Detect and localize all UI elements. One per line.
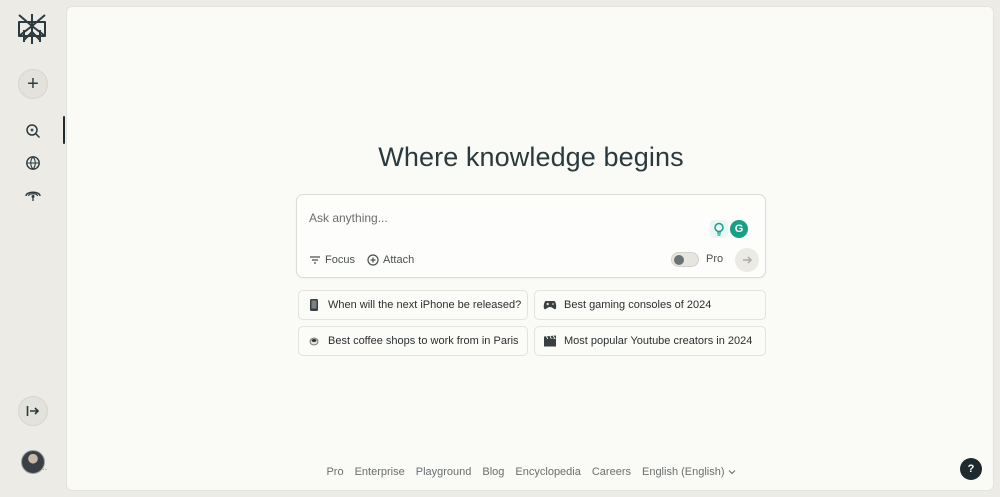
clapperboard-icon (543, 334, 557, 348)
lightbulb-icon[interactable] (710, 220, 728, 238)
footer-link-enterprise[interactable]: Enterprise (355, 466, 405, 478)
perplexity-logo-icon[interactable] (16, 12, 48, 46)
pro-label: Pro (706, 253, 724, 265)
arrow-right-icon (743, 256, 753, 264)
footer-link-careers[interactable]: Careers (592, 466, 631, 478)
suggestion-label: Best gaming consoles of 2024 (564, 299, 712, 311)
plus-icon: + (27, 73, 39, 95)
coffee-icon (307, 334, 321, 348)
language-selector[interactable]: English (English) (642, 466, 736, 478)
attach-button[interactable]: Attach (367, 252, 414, 268)
suggestion-item[interactable]: Most popular Youtube creators in 2024 (534, 326, 766, 356)
chevron-down-icon (728, 470, 735, 475)
main-panel: Where knowledge begins G Focus (66, 6, 994, 491)
suggestion-item[interactable]: Best coffee shops to work from in Paris (298, 326, 528, 356)
suggestion-label: Most popular Youtube creators in 2024 (564, 335, 753, 347)
new-thread-button[interactable]: + (18, 69, 48, 99)
nav-discover-search-icon[interactable] (21, 119, 45, 143)
suggestion-item[interactable]: Best gaming consoles of 2024 (534, 290, 766, 320)
nav-library-icon[interactable] (21, 183, 45, 207)
footer-link-blog[interactable]: Blog (482, 466, 504, 478)
page-title: Where knowledge begins (378, 142, 684, 172)
search-input[interactable] (309, 209, 689, 227)
submit-button[interactable] (735, 248, 759, 272)
suggestion-label: When will the next iPhone be released? (328, 299, 522, 311)
extension-icons: G (710, 220, 750, 240)
footer-links: Pro Enterprise Playground Blog Encyclope… (67, 466, 995, 478)
footer-link-pro[interactable]: Pro (326, 466, 343, 478)
suggestion-label: Best coffee shops to work from in Paris (328, 335, 519, 347)
attach-label: Attach (383, 254, 415, 266)
nav-active-indicator (63, 116, 65, 144)
grammarly-icon[interactable]: G (730, 220, 748, 238)
focus-label: Focus (325, 254, 355, 266)
collapse-icon (26, 406, 40, 416)
help-button[interactable]: ? (960, 458, 982, 480)
add-circle-icon (367, 254, 379, 266)
nav-globe-icon[interactable] (21, 151, 45, 175)
footer-link-encyclopedia[interactable]: Encyclopedia (515, 466, 580, 478)
language-label: English (English) (641, 466, 725, 478)
suggestion-item[interactable]: When will the next iPhone be released? (298, 290, 528, 320)
toggle-knob (674, 255, 684, 265)
focus-button[interactable]: Focus (309, 252, 355, 268)
avatar-menu-icon: ·· (42, 465, 48, 474)
phone-icon (307, 298, 321, 312)
footer-link-playground[interactable]: Playground (416, 466, 472, 478)
pro-toggle[interactable] (671, 252, 699, 267)
filter-icon (310, 256, 320, 264)
search-box: G Focus Attach Pro (296, 194, 766, 278)
sidebar: + ·· (0, 0, 66, 497)
gamepad-icon (543, 298, 557, 312)
collapse-sidebar-button[interactable] (18, 396, 48, 426)
